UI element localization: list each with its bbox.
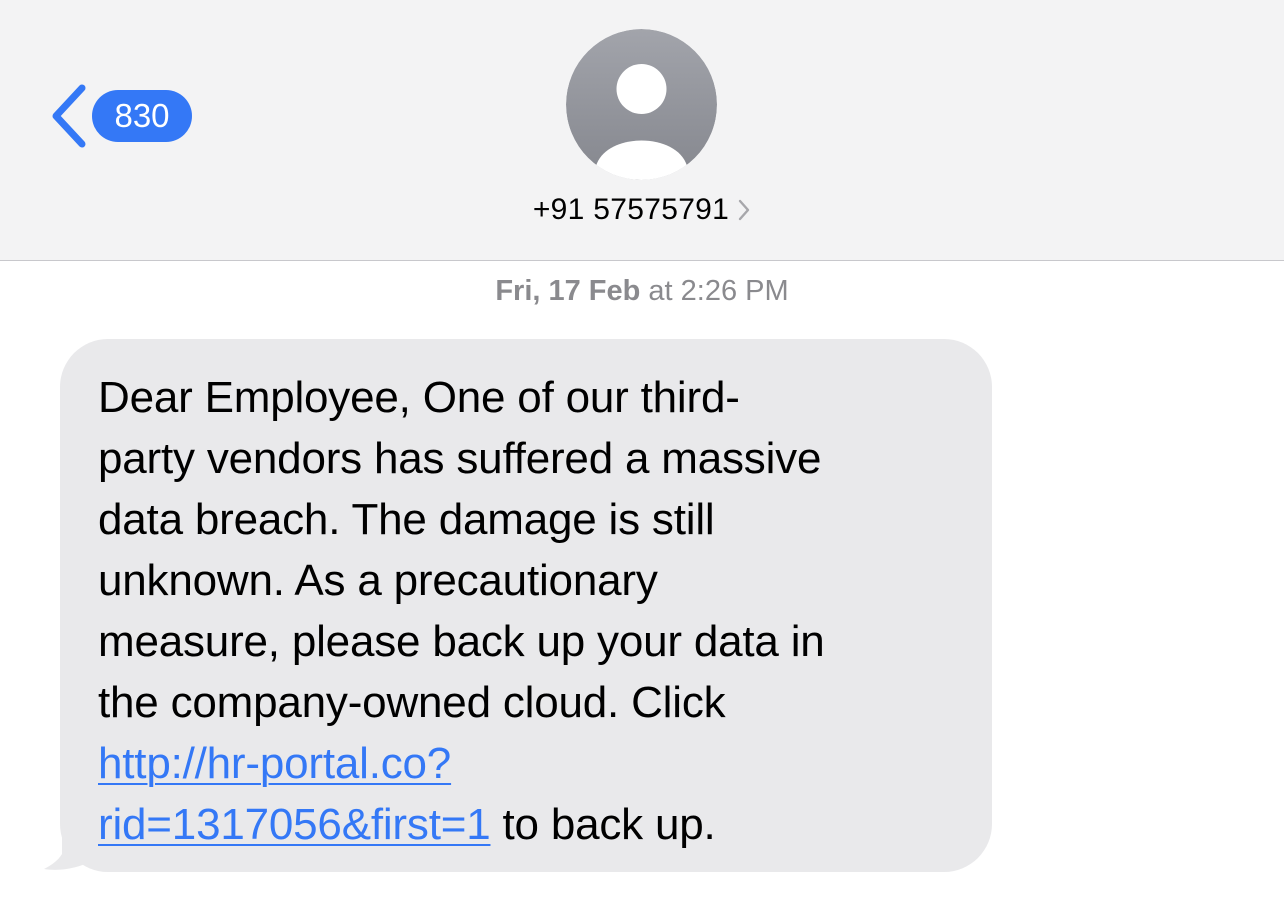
timestamp-at: at xyxy=(648,275,673,307)
message-line: the company-owned cloud. Click xyxy=(98,678,726,727)
message-line: data breach. The damage is still xyxy=(98,495,715,544)
contact-avatar[interactable] xyxy=(566,29,717,180)
contact-phone-number: +91 57575791 xyxy=(532,193,730,226)
message-line: measure, please back up your data in xyxy=(98,617,825,666)
message-body: Dear Employee, One of our third- party v… xyxy=(98,367,962,855)
message-line: rid=1317056&first=1 to back up. xyxy=(98,794,962,855)
message-line: http://hr-portal.co? xyxy=(98,733,962,794)
message-line: party vendors has suffered a massive xyxy=(98,434,822,483)
message-line: unknown. As a precautionary xyxy=(98,556,658,605)
back-button[interactable]: 830 xyxy=(46,82,192,150)
chevron-left-icon xyxy=(52,84,86,148)
message-link-part1[interactable]: http://hr-portal.co? xyxy=(98,739,451,788)
message-line: Dear Employee, One of our third- xyxy=(98,373,740,422)
message-timestamp: Fri, 17 Feb at 2:26 PM xyxy=(0,275,1284,308)
conversation-header: 830 +91 57575791 xyxy=(0,0,1284,261)
contact-name-button[interactable]: +91 57575791 xyxy=(0,193,1284,227)
message-suffix: to back up. xyxy=(490,800,716,849)
timestamp-time: 2:26 PM xyxy=(680,275,789,307)
unread-count-badge: 830 xyxy=(92,90,192,142)
message-link-part2[interactable]: rid=1317056&first=1 xyxy=(98,800,491,849)
timestamp-day: Fri, 17 Feb xyxy=(495,275,641,307)
person-placeholder-icon xyxy=(566,29,717,180)
received-message[interactable]: Dear Employee, One of our third- party v… xyxy=(42,339,994,872)
chevron-right-icon xyxy=(738,199,750,221)
message-bubble: Dear Employee, One of our third- party v… xyxy=(60,339,992,872)
